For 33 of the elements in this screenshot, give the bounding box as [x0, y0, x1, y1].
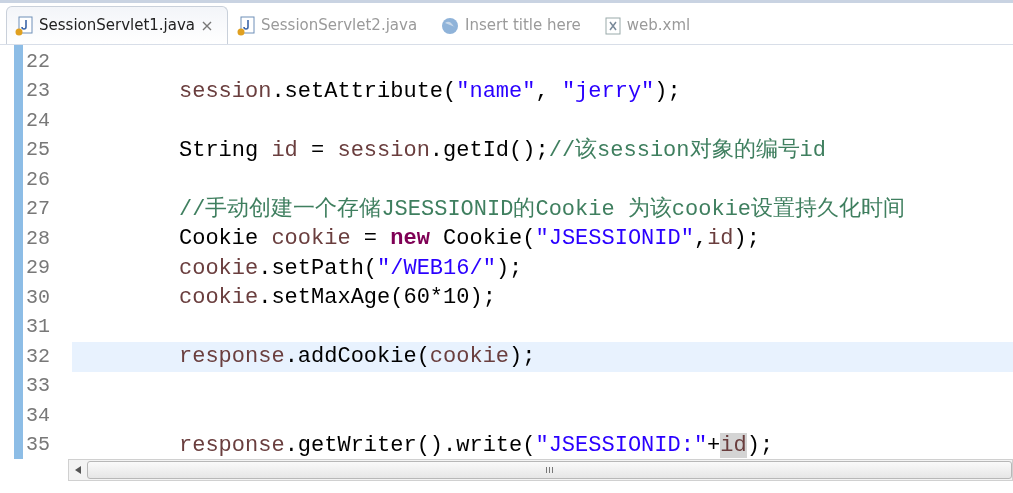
- globe-icon: [441, 16, 460, 35]
- line-number: 22: [25, 48, 51, 75]
- line-number: 30: [25, 284, 51, 311]
- code-line: //手动创建一个存储JSESSIONID的Cookie 为该cookie设置持久化时间: [179, 195, 906, 224]
- line-number: 31: [25, 314, 51, 341]
- code-line: response.getWriter().write("JSESSIONID:"+id);: [179, 431, 774, 460]
- code-line: session.setAttribute("name", "jerry");: [179, 77, 681, 106]
- line-number: 23: [25, 78, 51, 105]
- code-line: response.addCookie(cookie);: [179, 343, 536, 372]
- line-number: 33: [25, 373, 51, 400]
- line-number: 25: [25, 137, 51, 164]
- line-number: 32: [25, 343, 51, 370]
- line-number: 28: [25, 225, 51, 252]
- line-number: 24: [25, 107, 51, 134]
- line-number: 26: [25, 166, 51, 193]
- editor-tab[interactable]: SessionServlet1.java: [6, 6, 229, 44]
- line-number: 27: [25, 196, 51, 223]
- xml-file-icon: [604, 16, 621, 35]
- line-number: 29: [25, 255, 51, 282]
- java-file-icon: [237, 15, 256, 36]
- code-line: String id = session.getId();//该session对象的编号id: [179, 136, 826, 165]
- code-line: cookie.setMaxAge(60*10);: [179, 284, 496, 313]
- horizontal-scrollbar[interactable]: [68, 459, 1013, 481]
- editor-tab[interactable]: Insert title here: [432, 6, 596, 44]
- code-line: cookie.setPath("/WEB16/");: [179, 254, 523, 283]
- editor-tab[interactable]: web.xml: [595, 6, 706, 44]
- java-file-icon: [15, 15, 33, 36]
- scroll-left-icon[interactable]: [74, 466, 82, 474]
- scrollbar-thumb[interactable]: [87, 461, 1012, 479]
- code-line: Cookie cookie = new Cookie("JSESSIONID",id);: [179, 225, 760, 254]
- line-number: 35: [25, 432, 51, 459]
- line-number: 34: [25, 402, 51, 429]
- editor-tab[interactable]: SessionServlet2.java: [228, 6, 433, 44]
